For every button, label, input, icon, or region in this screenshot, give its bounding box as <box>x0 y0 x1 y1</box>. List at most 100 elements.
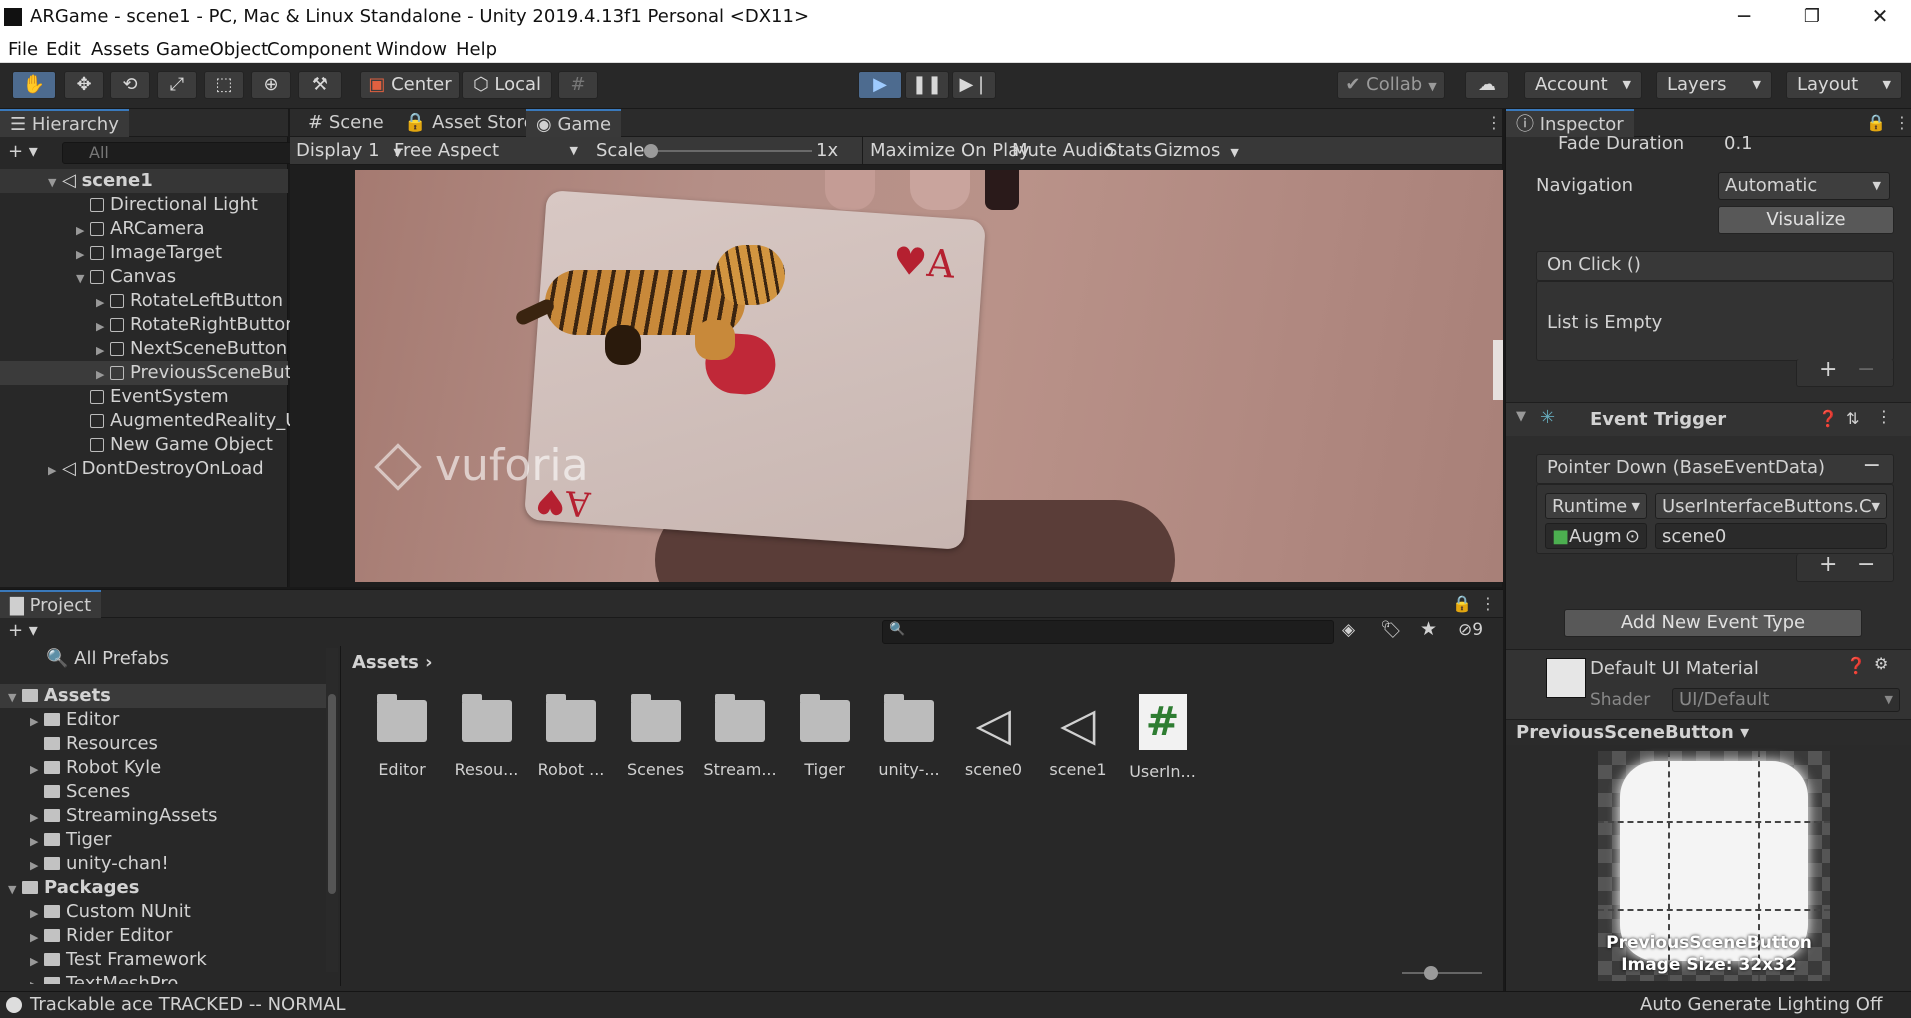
hierarchy-item[interactable]: ▶ NextSceneButton <box>0 337 288 361</box>
transform-tool-button[interactable]: ⊕ <box>251 71 291 99</box>
chevron-right-icon[interactable]: ▶ <box>30 950 44 974</box>
asset-item[interactable]: Stream... <box>700 694 780 779</box>
project-folder-row[interactable]: ▶ Test Framework <box>0 948 326 972</box>
settings-icon[interactable]: ⚙ <box>1874 654 1888 673</box>
menu-file[interactable]: File <box>8 39 38 60</box>
project-folder-row[interactable]: Scenes <box>0 780 326 804</box>
project-folder-row[interactable]: ▶ TextMeshPro <box>0 972 326 984</box>
chevron-down-icon[interactable]: ▼ <box>1516 409 1526 424</box>
chevron-right-icon[interactable]: ▶ <box>96 315 110 339</box>
step-button[interactable]: ▶❘ <box>952 71 996 99</box>
gizmos-dropdown[interactable]: Gizmos ▼ <box>1154 137 1239 167</box>
asset-item[interactable]: ◁ scene1 <box>1038 700 1118 779</box>
tree-scrollbar-thumb[interactable] <box>328 694 336 894</box>
hierarchy-item[interactable]: New Game Object <box>0 433 288 457</box>
minimize-button[interactable]: ─ <box>1714 0 1774 35</box>
chevron-right-icon[interactable]: ▶ <box>76 219 90 243</box>
zoom-slider-thumb[interactable] <box>1424 966 1438 980</box>
hierarchy-scene-row[interactable]: ▼◁ scene1⋮ <box>0 169 350 195</box>
chevron-right-icon[interactable]: ▶ <box>30 902 44 926</box>
pivot-center-toggle[interactable]: ▣ Center <box>360 71 460 99</box>
menu-gameobject[interactable]: GameObject <box>156 39 268 60</box>
project-folder-row[interactable]: ▶ Custom NUnit <box>0 900 326 924</box>
stats-toggle[interactable]: Stats <box>1106 137 1152 165</box>
project-create-dropdown[interactable]: + ▾ <box>8 620 38 641</box>
navigation-dropdown[interactable]: Automatic ▼ <box>1718 172 1890 200</box>
scale-slider-track[interactable] <box>650 150 812 152</box>
pause-button[interactable]: ❚❚ <box>905 71 949 99</box>
menu-assets[interactable]: Assets <box>91 39 150 60</box>
rect-tool-button[interactable]: ⬚ <box>204 71 244 99</box>
tab-project[interactable]: ▇ Project <box>0 590 102 618</box>
add-icon[interactable]: + <box>1819 552 1837 577</box>
add-new-event-type-button[interactable]: Add New Event Type <box>1564 609 1862 637</box>
remove-icon[interactable]: − <box>1857 357 1875 382</box>
chevron-right-icon[interactable]: ▶ <box>76 243 90 267</box>
favorite-all-prefabs[interactable]: 🔍 All Prefabs <box>46 648 169 669</box>
project-folder-row[interactable]: ▶ Rider Editor <box>0 924 326 948</box>
project-folder-row[interactable]: ▼ Packages <box>0 876 326 900</box>
close-button[interactable]: ✕ <box>1850 0 1910 35</box>
pivot-local-toggle[interactable]: ⬡ Local <box>462 71 552 99</box>
project-folder-row[interactable]: ▼ Assets <box>0 684 326 708</box>
asset-item[interactable]: Editor <box>362 694 442 779</box>
hierarchy-item[interactable]: ▼ Canvas <box>0 265 288 289</box>
asset-item[interactable]: Scenes <box>616 694 696 779</box>
tab-game[interactable]: ◉ Game <box>526 109 622 137</box>
hierarchy-item[interactable]: ▶ RotateRightButton <box>0 313 297 339</box>
layout-dropdown[interactable]: Layout ▼ <box>1786 71 1902 99</box>
chevron-right-icon[interactable]: ▶ <box>96 363 110 387</box>
asset-item[interactable]: Tiger <box>785 694 865 779</box>
chevron-right-icon[interactable]: ▶ <box>96 339 110 363</box>
chevron-right-icon[interactable]: ▶ <box>48 459 62 483</box>
asset-item[interactable]: unity-... <box>869 694 949 779</box>
tree-scrollbar[interactable] <box>326 648 338 972</box>
hierarchy-item[interactable]: Directional Light <box>0 193 288 217</box>
asset-item[interactable]: Robot ... <box>531 694 611 779</box>
chevron-down-icon[interactable]: ▼ <box>48 171 62 195</box>
grid-snap-button[interactable]: # <box>558 71 598 99</box>
display-dropdown[interactable]: Display 1 ▼ <box>296 137 402 167</box>
rotate-tool-button[interactable]: ⟲ <box>110 71 150 99</box>
tab-scene[interactable]: # Scene <box>298 109 394 137</box>
chevron-right-icon[interactable]: ▶ <box>30 758 44 782</box>
menu-window[interactable]: Window <box>376 39 447 60</box>
inspector-lock-icon[interactable]: 🔒 <box>1866 113 1886 132</box>
chevron-right-icon[interactable]: ▶ <box>30 710 44 734</box>
chevron-right-icon[interactable]: ▶ <box>96 291 110 315</box>
hierarchy-scene-row[interactable]: ▶◁ DontDestroyOnLoad⋮ <box>0 457 350 483</box>
asset-item[interactable]: Resou... <box>447 694 527 779</box>
aspect-dropdown[interactable]: Free Aspect ▼ <box>394 137 584 165</box>
hierarchy-item[interactable]: ▶ RotateLeftButton <box>0 289 288 313</box>
status-message[interactable]: Trackable ace TRACKED -- NORMAL <box>30 992 346 1018</box>
mute-audio-toggle[interactable]: Mute Audio <box>1012 137 1114 165</box>
inspector-menu-icon[interactable]: ⋮ <box>1894 113 1910 132</box>
menu-help[interactable]: Help <box>456 39 497 60</box>
menu-edit[interactable]: Edit <box>46 39 81 60</box>
create-dropdown[interactable]: + ▾ <box>8 141 38 162</box>
help-icon[interactable]: ❓ <box>1846 656 1866 675</box>
chevron-down-icon[interactable]: ▼ <box>8 686 22 710</box>
scale-tool-button[interactable]: ⤢ <box>157 71 197 99</box>
preview-title-dropdown[interactable]: PreviousSceneButton ▾ <box>1516 722 1749 743</box>
account-dropdown[interactable]: Account ▼ <box>1524 71 1642 99</box>
help-icon[interactable]: ❓ <box>1818 409 1838 428</box>
project-folder-row[interactable]: ▶ Editor <box>0 708 326 732</box>
remove-icon[interactable]: − <box>1857 552 1875 577</box>
runtime-dropdown[interactable]: Runtime ▼ <box>1545 493 1647 519</box>
collab-dropdown[interactable]: ✔ Collab ▼ <box>1337 71 1445 99</box>
chevron-right-icon[interactable]: ▶ <box>30 926 44 950</box>
visualize-button[interactable]: Visualize <box>1718 206 1894 234</box>
hierarchy-item[interactable]: ▶ PreviousSceneButton <box>0 361 321 387</box>
hierarchy-item[interactable]: AugmentedReality_UI <box>0 409 304 433</box>
shader-dropdown[interactable]: UI/Default ▼ <box>1672 688 1900 712</box>
custom-tool-button[interactable]: ⚒ <box>298 71 342 99</box>
chevron-right-icon[interactable]: ▶ <box>30 854 44 878</box>
project-folder-row[interactable]: Resources <box>0 732 326 756</box>
component-menu-icon[interactable]: ⋮ <box>1876 407 1892 426</box>
chevron-down-icon[interactable]: ▼ <box>76 267 90 291</box>
restore-button[interactable]: ❐ <box>1782 0 1842 35</box>
add-icon[interactable]: + <box>1819 357 1837 382</box>
layers-dropdown[interactable]: Layers ▼ <box>1656 71 1772 99</box>
project-folder-row[interactable]: ▶ Robot Kyle <box>0 756 326 780</box>
